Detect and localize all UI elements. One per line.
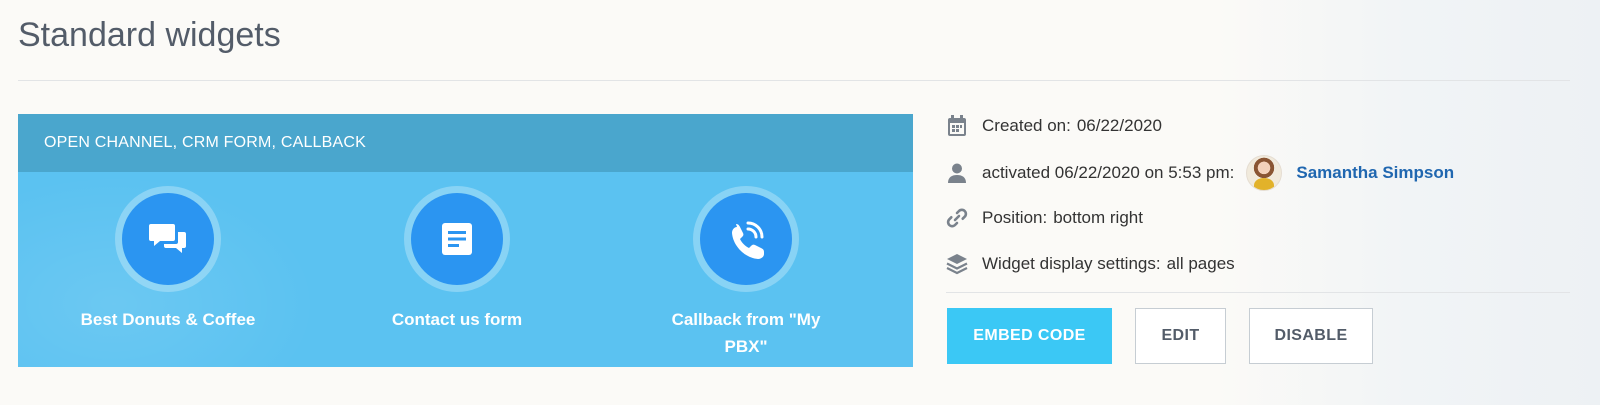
channel-label: Callback from "My PBX" bbox=[671, 310, 821, 356]
channel-label: Contact us form bbox=[391, 310, 523, 329]
display-settings-row: Widget display settings: all pages bbox=[946, 253, 1235, 275]
avatar[interactable] bbox=[1246, 155, 1283, 191]
created-row: Created on: 06/22/2020 bbox=[946, 115, 1162, 137]
created-value: 06/22/2020 bbox=[1076, 116, 1162, 135]
title-divider bbox=[18, 80, 1570, 81]
position-value: bottom right bbox=[1053, 208, 1143, 227]
position-label: Position: bbox=[982, 208, 1048, 227]
channel-open-channel[interactable]: Best Donuts & Coffee bbox=[48, 186, 288, 333]
layers-icon bbox=[946, 253, 968, 275]
page-title: Standard widgets bbox=[18, 16, 281, 54]
display-settings-label: Widget display settings: bbox=[982, 254, 1161, 273]
created-label: Created on: bbox=[982, 116, 1071, 135]
user-icon bbox=[946, 162, 968, 184]
channel-crm-form[interactable]: Contact us form bbox=[337, 186, 577, 333]
disable-button[interactable]: DISABLE bbox=[1249, 308, 1373, 364]
position-row: Position: bottom right bbox=[946, 207, 1143, 229]
embed-code-button[interactable]: EMBED CODE bbox=[947, 308, 1112, 364]
info-divider bbox=[946, 292, 1570, 293]
widget-header: OPEN CHANNEL, CRM FORM, CALLBACK bbox=[18, 114, 913, 172]
activated-label: activated 06/22/2020 on 5:53 pm: bbox=[982, 163, 1235, 182]
link-icon bbox=[946, 207, 968, 229]
form-document-icon bbox=[411, 193, 503, 285]
channel-callback[interactable]: Callback from "My PBX" bbox=[626, 186, 866, 360]
channel-icon-ring bbox=[404, 186, 510, 292]
channel-icon-ring bbox=[693, 186, 799, 292]
channel-icon-ring bbox=[115, 186, 221, 292]
edit-button[interactable]: EDIT bbox=[1135, 308, 1226, 364]
activated-user-link[interactable]: Samantha Simpson bbox=[1296, 163, 1454, 183]
display-settings-value: all pages bbox=[1166, 254, 1235, 273]
channel-label: Best Donuts & Coffee bbox=[80, 310, 256, 329]
calendar-icon bbox=[946, 115, 968, 137]
activated-row: activated 06/22/2020 on 5:53 pm: Samanth… bbox=[946, 155, 1454, 191]
chat-bubbles-icon bbox=[122, 193, 214, 285]
widget-card[interactable]: OPEN CHANNEL, CRM FORM, CALLBACK Best Do… bbox=[18, 114, 913, 367]
phone-call-icon bbox=[700, 193, 792, 285]
